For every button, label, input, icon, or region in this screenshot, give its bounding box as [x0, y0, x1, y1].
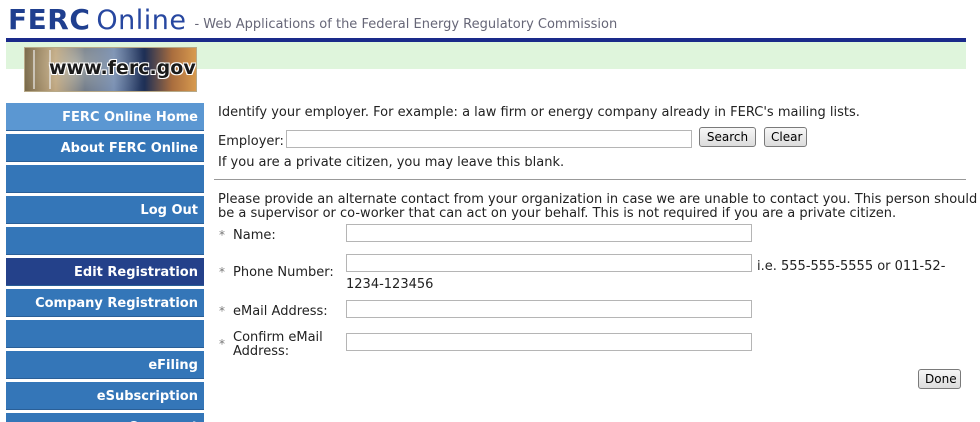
brand-tagline: - Web Applications of the Federal Energy… [194, 17, 618, 32]
employer-input[interactable] [286, 130, 692, 148]
sidebar-item-ferc-online-home[interactable]: FERC Online Home [6, 103, 204, 131]
sidebar-item-blank [6, 227, 204, 255]
required-marker: * [219, 337, 225, 351]
search-button[interactable]: Search [699, 127, 756, 147]
email-field[interactable] [346, 300, 752, 318]
sidebar-item-log-out[interactable]: Log Out [6, 196, 204, 224]
sidebar-item-ecomment[interactable]: eComment [6, 413, 204, 422]
name-label: Name: [233, 228, 276, 243]
required-marker: * [219, 304, 225, 318]
sidebar-item-blank [6, 320, 204, 348]
contact-instructions-line2: be a supervisor or co-worker that can ac… [218, 206, 897, 221]
contact-instructions-line1: Please provide an alternate contact from… [218, 192, 978, 207]
sidebar-item-blank [6, 165, 204, 193]
sidebar-item-esubscription[interactable]: eSubscription [6, 382, 204, 410]
brand-main: FERC [8, 3, 91, 36]
confirm-email-field[interactable] [346, 333, 752, 351]
ferc-logo-image[interactable]: www.ferc.gov [24, 47, 197, 92]
confirm-email-label-line2: Address: [233, 344, 290, 359]
clear-button[interactable]: Clear [764, 127, 807, 147]
brand-secondary: Online [96, 5, 187, 36]
employer-label: Employer: [218, 134, 284, 149]
phone-field[interactable] [346, 254, 752, 272]
phone-hint-line1: i.e. 555-555-5555 or 011-52- [757, 259, 946, 274]
done-button[interactable]: Done [918, 369, 961, 389]
employer-instructions: Identify your employer. For example: a l… [218, 105, 860, 120]
required-marker: * [219, 265, 225, 279]
site-brand: FERC Online - Web Applications of the Fede… [8, 3, 617, 39]
sidebar-item-about-ferc-online[interactable]: About FERC Online [6, 134, 204, 162]
phone-hint-line2: 1234-123456 [346, 277, 434, 292]
sidebar-item-efiling[interactable]: eFiling [6, 351, 204, 379]
phone-label: Phone Number: [233, 265, 334, 280]
email-label: eMail Address: [233, 304, 328, 319]
logo-text: www.ferc.gov [49, 57, 196, 79]
name-field[interactable] [346, 224, 752, 242]
sidebar-nav: FERC Online Home About FERC Online Log O… [6, 103, 204, 422]
sidebar-item-company-registration[interactable]: Company Registration [6, 289, 204, 317]
confirm-email-label-line1: Confirm eMail [233, 330, 323, 345]
private-citizen-note: If you are a private citizen, you may le… [218, 155, 565, 170]
required-marker: * [219, 228, 225, 242]
sidebar-item-edit-registration[interactable]: Edit Registration [6, 258, 204, 286]
section-divider [214, 179, 966, 180]
